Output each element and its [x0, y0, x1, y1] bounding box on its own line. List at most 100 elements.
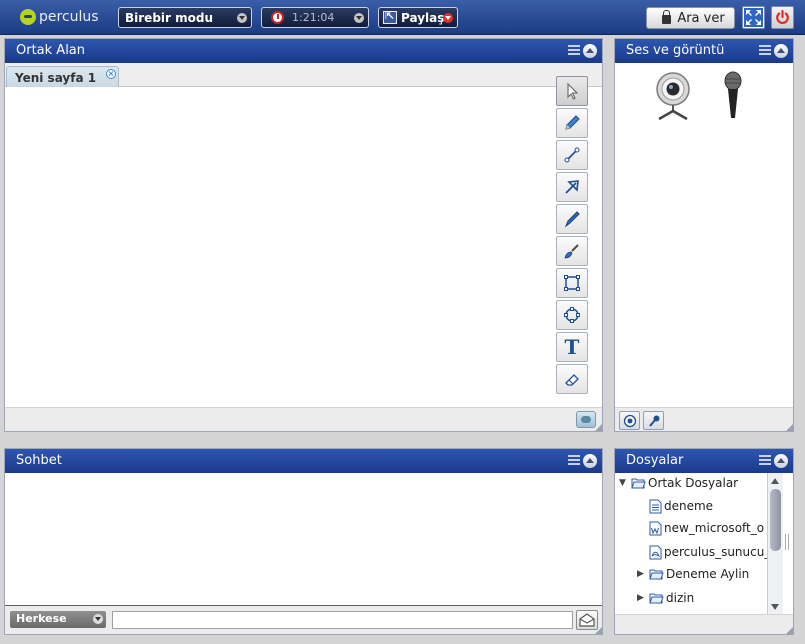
- scroll-up-icon[interactable]: [771, 478, 779, 484]
- tree-item-ortak-dosyalar[interactable]: ▼ Ortak Dosyalar: [619, 473, 738, 494]
- rectangle-tool[interactable]: [556, 268, 588, 298]
- tree-item-label: deneme: [664, 499, 714, 513]
- collapse-icon[interactable]: [774, 44, 788, 58]
- chat-input[interactable]: [112, 611, 573, 629]
- scroll-thumb[interactable]: [770, 489, 781, 551]
- resize-handle[interactable]: [786, 627, 793, 634]
- panel-title: Dosyalar: [626, 453, 684, 468]
- camera-icon: [623, 414, 636, 427]
- panel-title: Ortak Alan: [16, 43, 86, 58]
- session-timer[interactable]: 1:21:04: [261, 7, 369, 28]
- chat-bubble-icon[interactable]: [576, 411, 596, 428]
- text-tool[interactable]: T: [556, 332, 588, 362]
- ellipse-icon: [564, 307, 580, 323]
- tree-item-new-microsoft[interactable]: new_microsoft_o: [649, 517, 764, 539]
- power-button[interactable]: [771, 6, 794, 29]
- drawing-toolbar: T: [556, 76, 589, 396]
- resize-handle[interactable]: [595, 424, 602, 431]
- expand-right-icon[interactable]: ▶: [637, 569, 647, 579]
- close-icon[interactable]: ×: [106, 69, 116, 79]
- audio-video-footer: [615, 407, 793, 431]
- chat-message-list[interactable]: [5, 473, 602, 606]
- menu-icon[interactable]: [568, 45, 580, 57]
- tab-yeni-sayfa-1[interactable]: Yeni sayfa 1 ×: [6, 66, 119, 87]
- fullscreen-button[interactable]: [742, 6, 765, 29]
- collapse-icon[interactable]: [774, 454, 788, 468]
- tree-item-label: perculus_sunucu_: [664, 545, 767, 559]
- break-label: Ara ver: [677, 10, 725, 26]
- chevron-down-icon: [354, 13, 364, 23]
- pen-tool[interactable]: [556, 204, 588, 234]
- power-icon: [776, 10, 789, 25]
- share-button[interactable]: Paylaş: [378, 7, 458, 28]
- folder-open-icon: [631, 478, 646, 489]
- break-button[interactable]: Ara ver: [646, 7, 735, 29]
- lock-icon: [662, 10, 672, 24]
- timer-value: 1:21:04: [292, 11, 335, 24]
- pencil-icon: [565, 115, 580, 130]
- select-tool[interactable]: [556, 76, 588, 106]
- eraser-icon: [565, 374, 579, 386]
- logo: perculus: [20, 7, 99, 27]
- text-file-icon: [649, 499, 662, 513]
- microphone-icon[interactable]: [721, 71, 745, 121]
- tree-item-dizin[interactable]: ▶ dizin: [637, 587, 694, 609]
- pointer-arrow-tool[interactable]: [556, 172, 588, 202]
- menu-icon[interactable]: [568, 455, 580, 467]
- whiteboard-footer: [5, 407, 602, 431]
- mode-dropdown[interactable]: Birebir modu: [118, 7, 252, 28]
- collapse-icon[interactable]: [583, 454, 597, 468]
- text-icon: T: [564, 335, 580, 359]
- word-file-icon: [649, 521, 662, 535]
- resize-handle[interactable]: [595, 627, 602, 634]
- tree-item-label: new_microsoft_o: [664, 521, 765, 535]
- expand-right-icon[interactable]: ▶: [637, 593, 647, 603]
- resize-handle[interactable]: [786, 424, 793, 431]
- collapse-icon[interactable]: [583, 44, 597, 58]
- microphone-small-icon: [648, 415, 659, 427]
- expand-down-icon[interactable]: ▼: [619, 478, 629, 488]
- audience-label: Herkese: [16, 612, 67, 625]
- menu-icon[interactable]: [759, 45, 771, 57]
- folder-icon: [649, 593, 664, 604]
- line-tool[interactable]: [556, 140, 588, 170]
- files-panel: Dosyalar ▼ Ortak Dosyalar deneme new_mic…: [614, 448, 794, 635]
- whiteboard-canvas[interactable]: [5, 87, 602, 407]
- tree-item-perculus-sunucu[interactable]: perculus_sunucu_: [649, 541, 767, 563]
- share-label: Paylaş: [401, 10, 445, 25]
- menu-icon[interactable]: [759, 455, 771, 467]
- webcam-icon[interactable]: [651, 71, 695, 121]
- tree-item-label: Deneme Aylin: [666, 567, 750, 581]
- send-icon: [579, 613, 595, 627]
- page-tab-strip: Yeni sayfa 1 ×: [5, 63, 602, 87]
- ellipse-tool[interactable]: [556, 300, 588, 330]
- chat-footer: Herkese: [5, 606, 602, 634]
- panel-title: Ses ve görüntü: [626, 43, 725, 58]
- tree-item-deneme[interactable]: deneme: [649, 495, 713, 517]
- select-icon: [567, 82, 579, 100]
- folder-icon: [649, 569, 664, 580]
- line-icon: [564, 147, 580, 163]
- camera-toggle-button[interactable]: [619, 411, 640, 430]
- tree-item-label: dizin: [666, 591, 695, 605]
- perculus-logo-icon: [20, 9, 36, 25]
- brush-tool[interactable]: [556, 236, 588, 266]
- chevron-down-icon: [93, 614, 103, 624]
- tree-item-deneme-aylin[interactable]: ▶ Deneme Aylin: [637, 563, 749, 585]
- tree-item-label: Ortak Dosyalar: [648, 476, 739, 490]
- eraser-tool[interactable]: [556, 364, 588, 394]
- rectangle-icon: [564, 275, 580, 291]
- top-bar: perculus Birebir modu 1:21:04 Paylaş Ara…: [0, 0, 805, 35]
- fullscreen-icon: [744, 8, 763, 27]
- microphone-toggle-button[interactable]: [643, 411, 664, 430]
- files-footer: [615, 614, 793, 634]
- whiteboard-panel: Ortak Alan Yeni sayfa 1 × T: [4, 38, 603, 432]
- clock-icon: [271, 11, 284, 24]
- pdf-file-icon: [649, 545, 662, 559]
- scroll-down-icon[interactable]: [771, 604, 779, 610]
- whiteboard-header: Ortak Alan: [5, 39, 602, 63]
- tree-splitter-handle[interactable]: [785, 534, 789, 550]
- audience-dropdown[interactable]: Herkese: [10, 611, 106, 628]
- file-tree-scrollbar[interactable]: [767, 473, 783, 614]
- pencil-tool[interactable]: [556, 108, 588, 138]
